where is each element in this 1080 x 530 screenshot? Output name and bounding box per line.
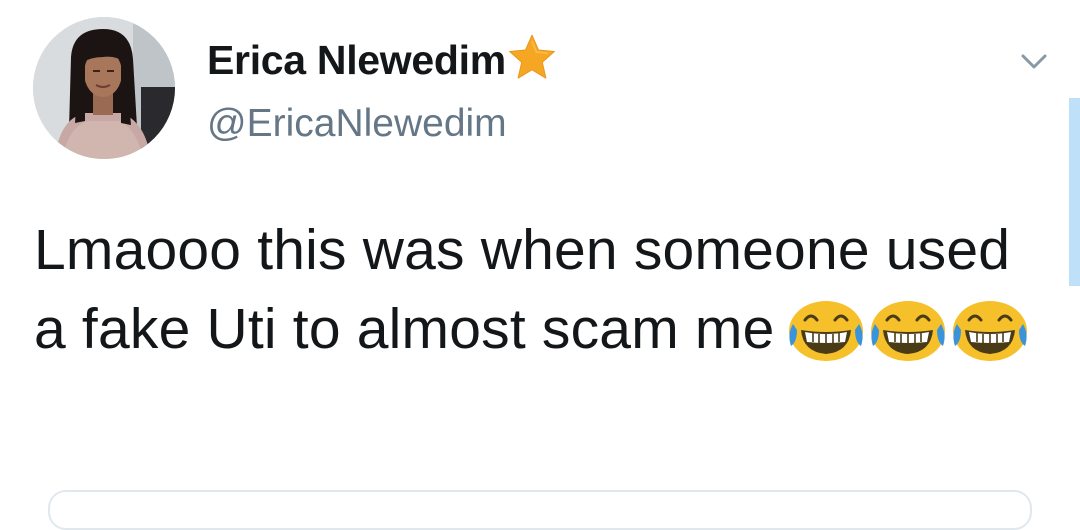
- star-icon: [508, 34, 555, 79]
- avatar[interactable]: [33, 17, 175, 159]
- display-name[interactable]: Erica Nlewedim: [207, 37, 506, 84]
- tweet: Erica Nlewedim @EricaNlewedim Lmaooo thi…: [0, 0, 1080, 530]
- emoji-row: [783, 294, 1029, 364]
- face-with-tears-of-joy-icon: [870, 300, 945, 361]
- media-card-edge[interactable]: [48, 490, 1032, 530]
- chevron-down-icon[interactable]: [1017, 44, 1051, 78]
- handle[interactable]: @EricaNlewedim: [207, 102, 507, 146]
- face-with-tears-of-joy-icon: [952, 300, 1027, 361]
- face-with-tears-of-joy-icon: [788, 300, 863, 361]
- name-row: Erica Nlewedim: [207, 34, 559, 84]
- scrollbar-thumb[interactable]: [1069, 98, 1080, 286]
- avatar-photo: [33, 17, 175, 159]
- tweet-text: Lmaooo this was when someone used a fake…: [34, 211, 1054, 369]
